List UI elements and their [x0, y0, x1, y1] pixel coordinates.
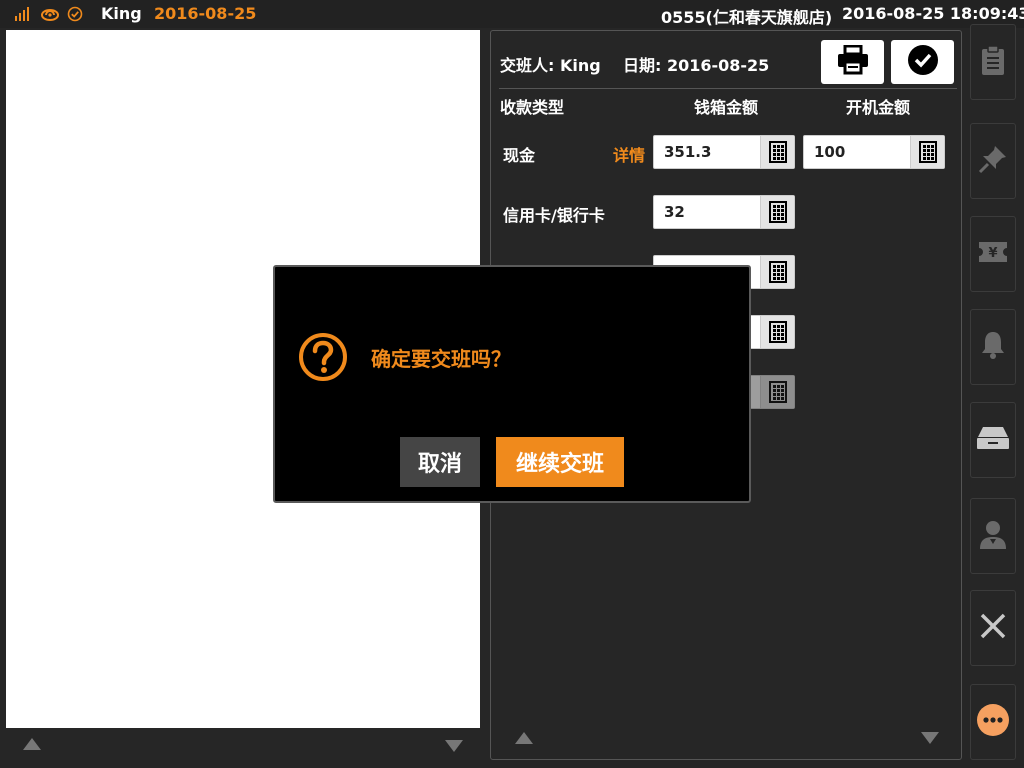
cashier-icon [978, 518, 1008, 554]
pin-button[interactable] [970, 123, 1016, 199]
svg-text:¥: ¥ [988, 246, 997, 261]
bell-icon [979, 329, 1007, 365]
keypad-icon[interactable] [760, 196, 794, 228]
scroll-down-arrow[interactable] [445, 740, 463, 752]
cashier-button[interactable] [970, 498, 1016, 574]
cloud-sync-icon [40, 6, 60, 26]
keypad-icon[interactable] [760, 256, 794, 288]
check-circle-icon [67, 6, 83, 26]
store-name: 0555(仁和春天旗舰店) [661, 8, 833, 27]
more-button[interactable] [970, 684, 1016, 760]
field-value: 32 [664, 203, 685, 221]
clipboard-button[interactable] [970, 24, 1016, 100]
row-label-cash: 现金 [503, 146, 536, 165]
more-icon [976, 703, 1010, 741]
cash-drawer-icon [976, 425, 1010, 455]
handover-date-label: 日期: 2016-08-25 [623, 56, 770, 75]
pin-icon [977, 143, 1009, 179]
confirm-check-icon [906, 43, 940, 81]
handover-person-label: 交班人: King [500, 56, 601, 75]
keypad-icon[interactable] [760, 316, 794, 348]
keypad-icon[interactable] [760, 376, 794, 408]
row-label-card: 信用卡/银行卡 [503, 206, 605, 225]
column-drawer-amount: 钱箱金额 [694, 98, 759, 117]
cash-opening-amount-field[interactable]: 100 [803, 135, 945, 169]
print-button[interactable] [821, 40, 884, 84]
header-divider [499, 88, 957, 89]
confirm-button[interactable] [891, 40, 954, 84]
confirm-shift-dialog: 确定要交班吗？ 取消 继续交班 [273, 265, 751, 503]
user-name: King [101, 4, 142, 23]
cash-drawer-button[interactable] [970, 402, 1016, 478]
keypad-icon[interactable] [760, 136, 794, 168]
continue-shift-button[interactable]: 继续交班 [496, 437, 624, 487]
signal-icon [14, 6, 34, 26]
field-value: 100 [814, 143, 846, 161]
printer-icon [836, 44, 870, 79]
panel-scroll-down-arrow[interactable] [921, 732, 939, 744]
column-opening-amount: 开机金额 [846, 98, 911, 117]
close-button[interactable] [970, 590, 1016, 666]
scroll-up-arrow[interactable] [23, 738, 41, 750]
keypad-icon[interactable] [910, 136, 944, 168]
close-icon [978, 611, 1008, 645]
column-payment-type: 收款类型 [500, 98, 565, 117]
dialog-message: 确定要交班吗？ [371, 347, 511, 371]
field-value: 351.3 [664, 143, 712, 161]
card-drawer-amount-field[interactable]: 32 [653, 195, 795, 229]
yen-ticket-icon: ¥ [977, 239, 1009, 269]
current-datetime: 2016-08-25 18:09:43 [842, 4, 1024, 23]
bell-button[interactable] [970, 309, 1016, 385]
question-circle-icon [298, 332, 348, 386]
voucher-button[interactable]: ¥ [970, 216, 1016, 292]
cancel-button[interactable]: 取消 [400, 437, 480, 487]
cash-drawer-amount-field[interactable]: 351.3 [653, 135, 795, 169]
panel-scroll-up-arrow[interactable] [515, 732, 533, 744]
cash-detail-link[interactable]: 详情 [613, 142, 645, 166]
status-bar: King 2016-08-25 0555(仁和春天旗舰店) 2016-08-25… [0, 0, 1024, 28]
session-date: 2016-08-25 [154, 4, 257, 23]
clipboard-icon [979, 44, 1007, 80]
